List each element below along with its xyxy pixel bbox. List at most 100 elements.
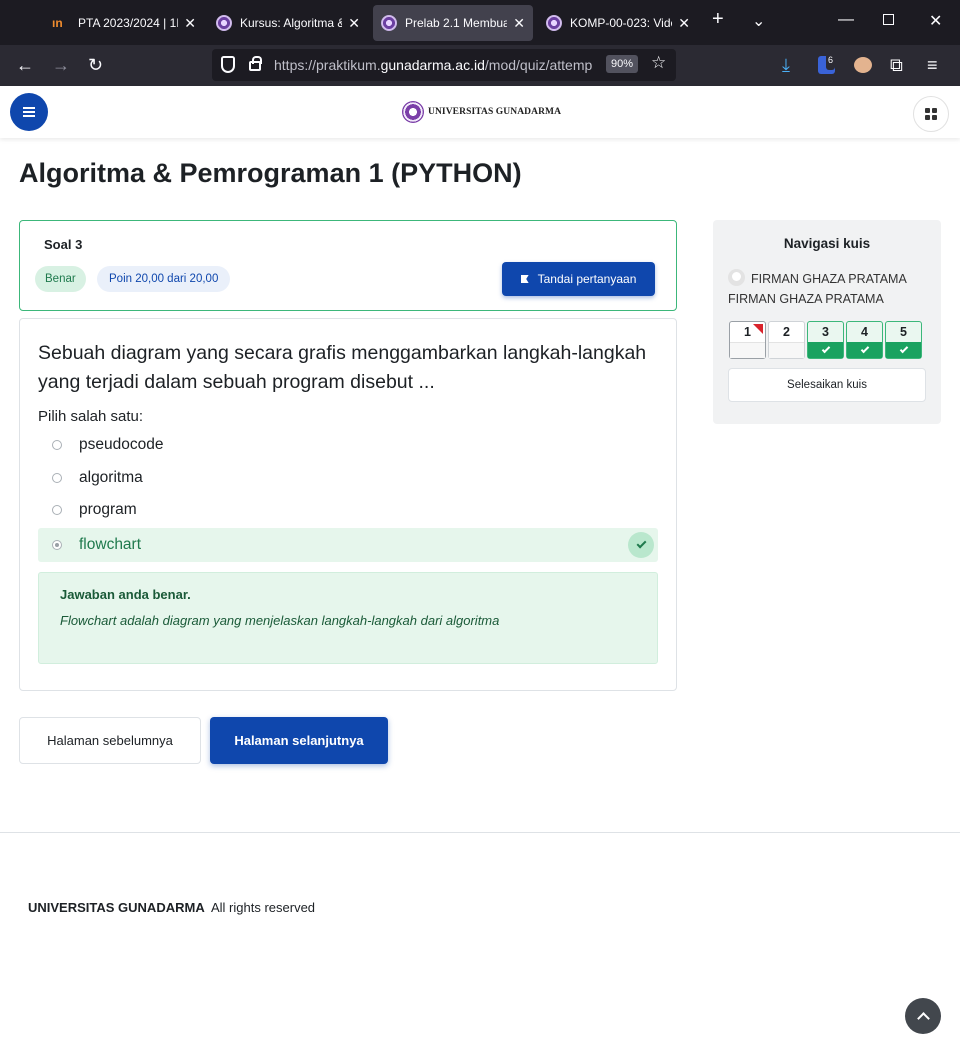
question-number: 4 bbox=[861, 325, 868, 339]
bookmark-star-icon[interactable]: ☆ bbox=[651, 53, 666, 73]
question-number: 2 bbox=[783, 325, 790, 339]
back-arrow-icon[interactable]: ← bbox=[16, 55, 34, 75]
flag-icon bbox=[520, 275, 529, 283]
forward-arrow-icon[interactable]: → bbox=[52, 55, 70, 75]
browser-tab-4[interactable]: KOMP-00-023: Video ✕ bbox=[538, 5, 698, 41]
radio-button-selected[interactable] bbox=[52, 540, 62, 550]
browser-tabbar: ın PTA 2023/2024 | 1IA0 ✕ Kursus: Algori… bbox=[0, 0, 960, 45]
feedback-title: Jawaban anda benar. bbox=[60, 587, 191, 602]
radio-button[interactable] bbox=[52, 473, 62, 483]
in-icon: ın bbox=[52, 16, 63, 30]
answer-option-label: algoritma bbox=[79, 469, 143, 486]
flag-question-button[interactable]: Tandai pertanyaan bbox=[502, 262, 655, 296]
browser-tab-2[interactable]: Kursus: Algoritma & ✕ bbox=[208, 5, 368, 41]
url-text[interactable]: https://praktikum.gunadarma.ac.id/mod/qu… bbox=[274, 57, 600, 73]
download-icon[interactable]: ⤓ bbox=[782, 55, 790, 75]
user-name: FIRMAN GHAZA PRATAMA FIRMAN GHAZA PRATAM… bbox=[728, 272, 907, 306]
quiz-nav-question-1[interactable]: 1 bbox=[729, 321, 766, 359]
question-content-card: Sebuah diagram yang secara grafis mengga… bbox=[19, 318, 677, 691]
answer-prompt: Pilih salah satu: bbox=[38, 408, 144, 425]
previous-page-button[interactable]: Halaman sebelumnya bbox=[19, 717, 201, 764]
flag-question-label: Tandai pertanyaan bbox=[537, 272, 637, 286]
radio-button[interactable] bbox=[52, 505, 62, 515]
points-badge: Poin 20,00 dari 20,00 bbox=[97, 266, 231, 292]
quiz-nav-question-4[interactable]: 4 bbox=[846, 321, 883, 359]
quiz-nav-question-2[interactable]: 2 bbox=[768, 321, 805, 359]
url-path: /mod/quiz/attemp bbox=[484, 57, 593, 73]
ug-seal-icon bbox=[546, 15, 562, 31]
shield-icon[interactable] bbox=[221, 56, 235, 73]
ug-seal-icon bbox=[381, 15, 397, 31]
question-status-bar bbox=[769, 342, 804, 358]
ug-seal-icon bbox=[216, 15, 232, 31]
chevron-up-icon bbox=[916, 1011, 930, 1025]
chevron-down-icon[interactable]: ⌄ bbox=[752, 11, 765, 31]
address-bar[interactable]: https://praktikum.gunadarma.ac.id/mod/qu… bbox=[212, 49, 676, 81]
radio-button[interactable] bbox=[52, 440, 62, 450]
url-prefix: https://praktikum. bbox=[274, 57, 381, 73]
browser-tab-1[interactable]: ın PTA 2023/2024 | 1IA0 ✕ bbox=[44, 5, 204, 41]
quiz-nav-question-5[interactable]: 5 bbox=[885, 321, 922, 359]
page-title: Algoritma & Pemrograman 1 (PYTHON) bbox=[19, 158, 522, 188]
avatar bbox=[728, 269, 745, 286]
check-icon bbox=[847, 342, 882, 358]
question-number: Soal 3 bbox=[44, 237, 83, 252]
question-status-bar bbox=[730, 342, 765, 358]
browser-tab-3[interactable]: Prelab 2.1 Membuat ✕ bbox=[373, 5, 533, 41]
answer-option-label: flowchart bbox=[79, 536, 142, 553]
answer-option-label: program bbox=[79, 501, 137, 518]
tab-title: Kursus: Algoritma & bbox=[240, 16, 343, 30]
site-header: UNIVERSITAS GUNADARMA bbox=[0, 86, 960, 138]
quiz-user[interactable]: FIRMAN GHAZA PRATAMA FIRMAN GHAZA PRATAM… bbox=[728, 269, 928, 309]
check-icon bbox=[886, 342, 921, 358]
next-page-button[interactable]: Halaman selanjutnya bbox=[210, 717, 388, 764]
tab-title: Prelab 2.1 Membuat bbox=[405, 16, 508, 30]
finish-quiz-button[interactable]: Selesaikan kuis bbox=[728, 368, 926, 402]
question-number: 5 bbox=[900, 325, 907, 339]
flagged-corner-icon bbox=[753, 324, 763, 334]
new-tab-icon[interactable]: + bbox=[712, 8, 724, 31]
minimize-icon[interactable]: — bbox=[838, 11, 854, 29]
grid-icon bbox=[925, 108, 937, 120]
answer-option-label: pseudocode bbox=[79, 436, 164, 453]
question-info-card: Soal 3 Benar Poin 20,00 dari 20,00 Tanda… bbox=[19, 220, 677, 311]
close-tab-icon[interactable]: ✕ bbox=[678, 15, 690, 32]
url-domain: gunadarma.ac.id bbox=[380, 57, 485, 73]
feedback-box: Jawaban anda benar. Flowchart adalah dia… bbox=[38, 572, 658, 664]
menu-icon[interactable]: ≡ bbox=[927, 55, 938, 75]
hamburger-menu-button[interactable] bbox=[10, 93, 48, 131]
site-logo[interactable]: UNIVERSITAS GUNADARMA bbox=[402, 101, 561, 123]
quiz-navigation-panel: Navigasi kuis FIRMAN GHAZA PRATAMA FIRMA… bbox=[713, 220, 941, 424]
footer-divider bbox=[0, 832, 960, 833]
close-tab-icon[interactable]: ✕ bbox=[513, 15, 525, 32]
answer-option-pseudocode[interactable]: pseudocode bbox=[38, 428, 658, 462]
check-icon bbox=[808, 342, 843, 358]
close-window-icon[interactable]: ✕ bbox=[929, 11, 942, 31]
quiz-nav-question-3[interactable]: 3 bbox=[807, 321, 844, 359]
hamburger-icon bbox=[23, 111, 35, 113]
lock-icon[interactable] bbox=[249, 56, 262, 71]
footer-rights: All rights reserved bbox=[211, 900, 316, 915]
close-tab-icon[interactable]: ✕ bbox=[348, 15, 360, 32]
back-to-top-button[interactable] bbox=[905, 998, 941, 1034]
reload-icon[interactable]: ↻ bbox=[88, 55, 103, 75]
status-badge: Benar bbox=[35, 266, 86, 292]
zoom-level[interactable]: 90% bbox=[606, 55, 639, 73]
extensions-puzzle-icon[interactable]: ⧉ bbox=[890, 55, 903, 75]
maximize-icon[interactable] bbox=[883, 14, 894, 25]
close-tab-icon[interactable]: ✕ bbox=[184, 15, 196, 32]
apps-grid-button[interactable] bbox=[913, 96, 949, 132]
footer-brand: UNIVERSITAS GUNADARMA bbox=[28, 900, 205, 915]
extension-badge: 6 bbox=[826, 50, 836, 70]
tab-title: KOMP-00-023: Video bbox=[570, 16, 672, 30]
browser-navbar: ← → ↻ https://praktikum.gunadarma.ac.id/… bbox=[0, 45, 960, 86]
ug-seal-icon bbox=[402, 101, 424, 123]
answer-option-flowchart[interactable]: flowchart bbox=[38, 528, 658, 562]
question-nav-buttons: 1 2 3 4 5 bbox=[729, 321, 922, 359]
question-number: 3 bbox=[822, 325, 829, 339]
answer-option-algoritma[interactable]: algoritma bbox=[38, 461, 658, 495]
answer-option-program[interactable]: program bbox=[38, 493, 658, 527]
profile-avatar-icon[interactable] bbox=[854, 57, 872, 73]
feedback-text: Flowchart adalah diagram yang menjelaska… bbox=[60, 613, 500, 628]
extension-shield-icon[interactable]: 6 bbox=[818, 50, 836, 74]
